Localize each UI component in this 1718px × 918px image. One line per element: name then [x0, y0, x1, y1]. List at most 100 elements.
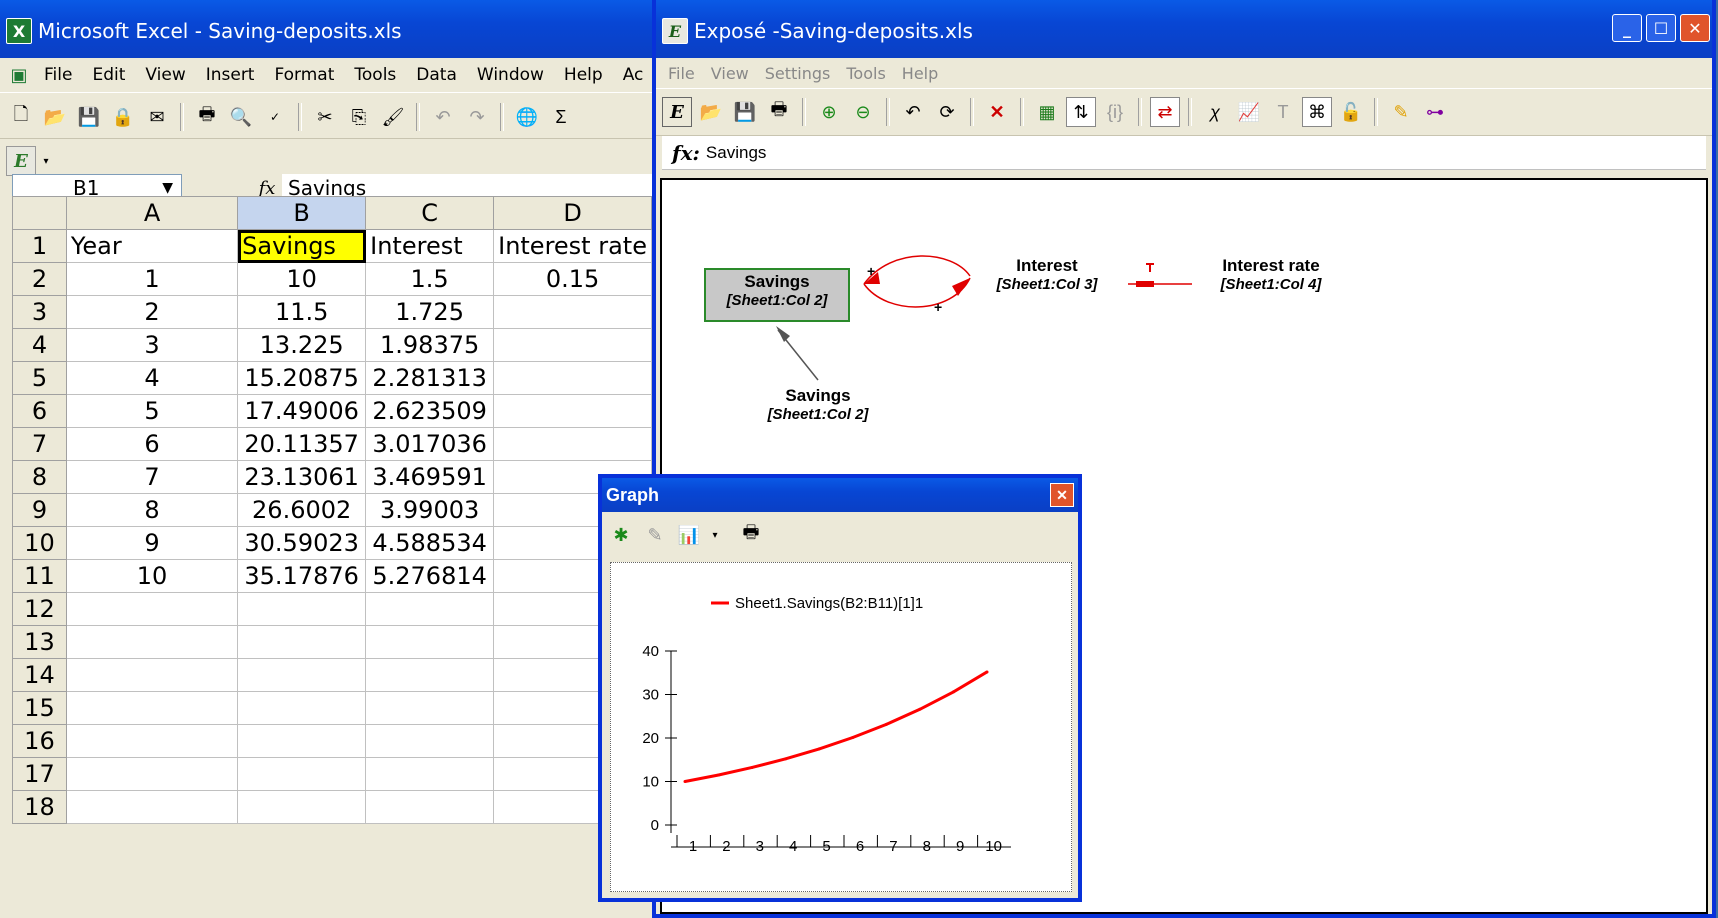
excel-menu-view[interactable]: View [135, 65, 195, 85]
chart-icon[interactable]: 📈 [1234, 97, 1264, 127]
excel-menu-tools[interactable]: Tools [344, 65, 406, 85]
refresh-icon[interactable]: ⟳ [932, 97, 962, 127]
cell[interactable]: 3.469591 [365, 460, 495, 494]
cell[interactable] [65, 790, 239, 824]
print-preview-icon[interactable]: 🔍 [226, 102, 256, 132]
save-icon[interactable]: 💾 [730, 97, 760, 127]
excel-menu-help[interactable]: Help [554, 65, 613, 85]
cell[interactable]: 20.11357 [237, 427, 367, 461]
close-button[interactable]: ✕ [1050, 483, 1074, 507]
hyperlink-icon[interactable]: 🌐 [512, 102, 542, 132]
cell[interactable]: 2.623509 [365, 394, 495, 428]
column-header-B[interactable]: B [237, 196, 367, 230]
cell[interactable] [365, 658, 495, 692]
cell[interactable]: Savings [237, 229, 367, 263]
chevron-down-icon[interactable]: ▾ [708, 520, 722, 550]
cell[interactable]: 5.276814 [365, 559, 495, 593]
redo-icon[interactable]: ↷ [462, 102, 492, 132]
cell[interactable] [237, 658, 367, 692]
row-header[interactable]: 8 [12, 460, 67, 494]
row-header[interactable]: 2 [12, 262, 67, 296]
lock-icon[interactable]: 🔓 [1336, 97, 1366, 127]
cell[interactable] [493, 295, 652, 329]
excel-menu-edit[interactable]: Edit [82, 65, 135, 85]
maximize-button[interactable]: ☐ [1646, 14, 1676, 42]
swap-icon[interactable]: ⇄ [1150, 97, 1180, 127]
minimize-button[interactable]: _ [1612, 14, 1642, 42]
chevron-down-icon[interactable]: ▼ [162, 180, 173, 196]
column-header-C[interactable]: C [365, 196, 495, 230]
cell[interactable]: 1.725 [365, 295, 495, 329]
dependents-icon[interactable]: ⇅ [1066, 97, 1096, 127]
cell[interactable]: 5 [65, 394, 239, 428]
cell[interactable] [237, 724, 367, 758]
expose-menu-settings[interactable]: Settings [757, 64, 839, 83]
cell[interactable] [493, 361, 652, 395]
cell[interactable] [237, 757, 367, 791]
cell[interactable]: Year [65, 229, 239, 263]
row-header[interactable]: 16 [12, 724, 67, 758]
row-header[interactable]: 10 [12, 526, 67, 560]
close-button[interactable]: ✕ [1680, 14, 1710, 42]
format-painter-icon[interactable]: 🖌 [378, 102, 408, 132]
column-header-D[interactable]: D [493, 196, 652, 230]
excel-menu-window[interactable]: Window [467, 65, 554, 85]
print-icon[interactable]: 🖶 [192, 102, 222, 132]
cell[interactable]: 15.20875 [237, 361, 367, 395]
graph-titlebar[interactable]: Graph ✕ [602, 478, 1078, 512]
cell[interactable]: 17.49006 [237, 394, 367, 428]
cell[interactable]: 26.6002 [237, 493, 367, 527]
cell[interactable] [65, 691, 239, 725]
excel-doc-icon[interactable]: ▣ [4, 60, 34, 90]
node-interest[interactable]: Interest [Sheet1:Col 3] [980, 256, 1114, 293]
row-header[interactable]: 3 [12, 295, 67, 329]
cell[interactable] [493, 328, 652, 362]
excel-menu-insert[interactable]: Insert [196, 65, 265, 85]
cell[interactable] [237, 592, 367, 626]
excel-menu-file[interactable]: File [34, 65, 82, 85]
cell[interactable] [493, 427, 652, 461]
email-icon[interactable]: ✉ [142, 102, 172, 132]
chevron-down-icon[interactable]: ▾ [40, 146, 52, 176]
cell[interactable]: 1.5 [365, 262, 495, 296]
undo-icon[interactable]: ↶ [428, 102, 458, 132]
chart-type-icon[interactable]: 📊 [674, 520, 704, 550]
cell[interactable] [65, 625, 239, 659]
new-icon[interactable]: 🗋 [6, 102, 36, 132]
expose-menu-view[interactable]: View [703, 64, 757, 83]
expose-titlebar[interactable]: E Exposé -Saving-deposits.xls _ ☐ ✕ [656, 0, 1712, 58]
cell[interactable] [237, 691, 367, 725]
undo-icon[interactable]: ↶ [898, 97, 928, 127]
cell[interactable]: 9 [65, 526, 239, 560]
print-icon[interactable]: 🖶 [736, 520, 766, 550]
table-icon[interactable]: ▦ [1032, 97, 1062, 127]
cut-icon[interactable]: ✂ [310, 102, 340, 132]
save-icon[interactable]: 💾 [74, 102, 104, 132]
cell[interactable]: 23.13061 [237, 460, 367, 494]
cell[interactable]: 35.17876 [237, 559, 367, 593]
row-header[interactable]: 5 [12, 361, 67, 395]
cell[interactable] [365, 625, 495, 659]
cell[interactable]: 3.99003 [365, 493, 495, 527]
expose-icon[interactable]: E [662, 97, 692, 127]
open-icon[interactable]: 📂 [40, 102, 70, 132]
row-header[interactable]: 4 [12, 328, 67, 362]
cell[interactable]: Interest [365, 229, 495, 263]
cell[interactable] [65, 724, 239, 758]
select-all-corner[interactable] [12, 196, 67, 230]
node-savings-lower[interactable]: Savings [Sheet1:Col 2] [750, 386, 886, 423]
cell[interactable] [493, 394, 652, 428]
row-header[interactable]: 14 [12, 658, 67, 692]
cell[interactable]: 6 [65, 427, 239, 461]
cell[interactable]: 2.281313 [365, 361, 495, 395]
excel-menu-addins[interactable]: Ac [613, 65, 652, 85]
expose-menu-file[interactable]: File [660, 64, 703, 83]
cell[interactable]: 3 [65, 328, 239, 362]
function-icon[interactable]: χ [1200, 97, 1230, 127]
row-header[interactable]: 12 [12, 592, 67, 626]
row-header[interactable]: 11 [12, 559, 67, 593]
node-interest-rate[interactable]: Interest rate [Sheet1:Col 4] [1200, 256, 1342, 293]
expose-menu-help[interactable]: Help [894, 64, 946, 83]
zoom-in-icon[interactable]: ⊕ [814, 97, 844, 127]
note-icon[interactable]: ✎ [1386, 97, 1416, 127]
